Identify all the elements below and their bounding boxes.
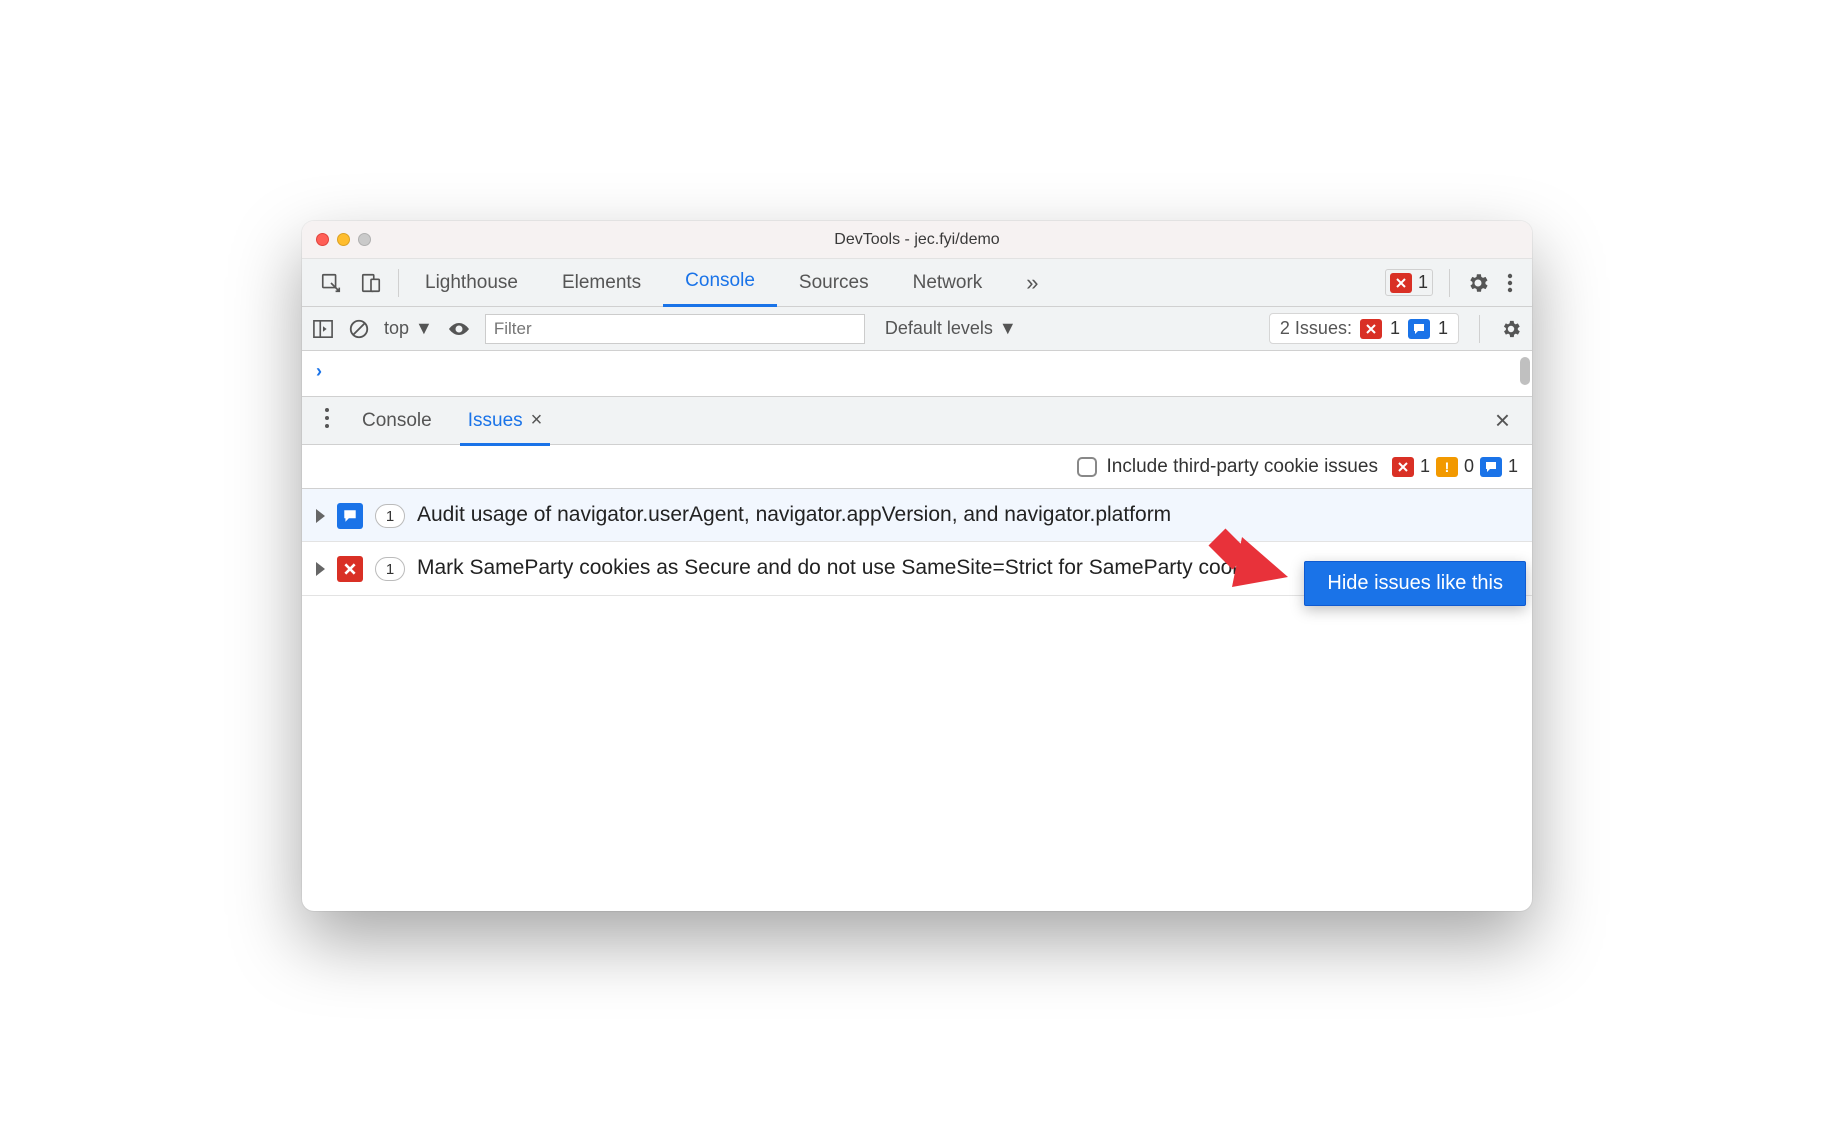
console-sidebar-toggle-icon[interactable] — [312, 319, 334, 339]
issue-title: Audit usage of navigator.userAgent, navi… — [417, 501, 1518, 529]
error-count: 1 — [1420, 456, 1430, 477]
issue-count-pill: 1 — [375, 504, 405, 528]
device-toolbar-icon[interactable] — [360, 272, 382, 294]
checkbox-icon — [1077, 457, 1097, 477]
expand-triangle-icon[interactable] — [316, 509, 325, 523]
context-label: top — [384, 318, 409, 339]
drawer-tab-issues[interactable]: Issues × — [450, 397, 561, 445]
tab-sources[interactable]: Sources — [777, 259, 891, 307]
info-badge-icon — [1408, 319, 1430, 339]
chevron-down-icon: ▼ — [415, 318, 433, 339]
live-expression-icon[interactable] — [447, 320, 471, 338]
console-settings-icon[interactable] — [1500, 318, 1522, 340]
issue-count-pill: 1 — [375, 557, 405, 581]
divider — [1449, 269, 1450, 297]
console-filter-input[interactable] — [485, 314, 865, 344]
window-title: DevTools - jec.fyi/demo — [302, 231, 1532, 249]
console-body[interactable]: › — [302, 351, 1532, 397]
levels-label: Default levels — [885, 318, 993, 339]
tab-network[interactable]: Network — [891, 259, 1005, 307]
expand-triangle-icon[interactable] — [316, 562, 325, 576]
chevron-down-icon: ▼ — [999, 318, 1017, 339]
settings-icon[interactable] — [1466, 271, 1490, 295]
info-count: 1 — [1508, 456, 1518, 477]
issues-toolbar: Include third-party cookie issues 1 ! 0 … — [302, 445, 1532, 489]
log-levels-selector[interactable]: Default levels ▼ — [885, 318, 1017, 339]
console-toolbar: top ▼ Default levels ▼ 2 Issues: 1 — [302, 307, 1532, 351]
drawer-tab-close-icon[interactable]: × — [531, 409, 543, 432]
info-badge-icon — [1480, 457, 1502, 477]
context-menu-item-hide-issues[interactable]: Hide issues like this — [1304, 561, 1526, 606]
drawer-tab-console-label: Console — [362, 410, 432, 432]
warning-badge-icon: ! — [1436, 457, 1458, 477]
titlebar: DevTools - jec.fyi/demo — [302, 221, 1532, 259]
error-badge-icon — [1360, 319, 1382, 339]
clear-console-icon[interactable] — [348, 318, 370, 340]
issues-summary-button[interactable]: 2 Issues: 1 1 — [1269, 313, 1459, 344]
scrollbar-thumb[interactable] — [1520, 357, 1530, 385]
context-menu-label: Hide issues like this — [1327, 572, 1503, 594]
divider — [398, 269, 399, 297]
tab-console[interactable]: Console — [663, 259, 777, 307]
drawer-tab-issues-label: Issues — [468, 410, 523, 432]
include-third-party-label: Include third-party cookie issues — [1107, 456, 1378, 478]
error-count: 1 — [1418, 272, 1428, 293]
tabs-overflow-button[interactable]: » — [1004, 259, 1060, 307]
warning-count: 0 — [1464, 456, 1474, 477]
drawer-more-icon[interactable] — [310, 407, 344, 435]
error-counter[interactable]: 1 — [1385, 269, 1433, 296]
issues-info-count: 1 — [1438, 318, 1448, 339]
issue-row[interactable]: 1 Audit usage of navigator.userAgent, na… — [302, 489, 1532, 542]
divider — [1479, 315, 1480, 343]
more-options-icon[interactable] — [1500, 271, 1520, 295]
console-prompt-icon: › — [316, 361, 322, 382]
info-issue-icon — [337, 503, 363, 529]
execution-context-selector[interactable]: top ▼ — [384, 318, 433, 339]
tab-elements[interactable]: Elements — [540, 259, 663, 307]
include-third-party-toggle[interactable]: Include third-party cookie issues — [1077, 456, 1378, 478]
panel-tabstrip: Lighthouse Elements Console Sources Netw… — [302, 259, 1532, 307]
drawer-tab-console[interactable]: Console — [344, 397, 450, 445]
tab-lighthouse[interactable]: Lighthouse — [403, 259, 540, 307]
devtools-window: DevTools - jec.fyi/demo Lighthouse — [302, 221, 1532, 911]
issues-label: 2 Issues: — [1280, 318, 1352, 339]
drawer-close-icon[interactable]: × — [1481, 405, 1524, 436]
drawer-tabstrip: Console Issues × × — [302, 397, 1532, 445]
issues-error-count: 1 — [1390, 318, 1400, 339]
error-badge-icon — [1390, 273, 1412, 293]
issue-counts: 1 ! 0 1 — [1392, 456, 1518, 477]
error-issue-icon — [337, 556, 363, 582]
inspect-element-icon[interactable] — [320, 272, 342, 294]
error-badge-icon — [1392, 457, 1414, 477]
